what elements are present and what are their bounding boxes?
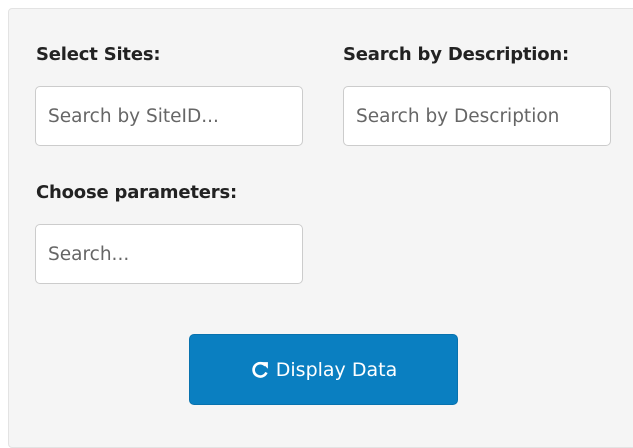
description-search-input[interactable] [343, 86, 611, 146]
search-description-label: Search by Description: [343, 44, 570, 65]
choose-parameters-label: Choose parameters: [36, 182, 237, 203]
display-data-label: Display Data [275, 358, 398, 381]
select-sites-label: Select Sites: [36, 44, 161, 65]
refresh-icon [250, 360, 270, 380]
site-search-input[interactable] [35, 86, 303, 146]
parameter-search-input[interactable] [35, 224, 303, 284]
display-data-button[interactable]: Display Data [189, 334, 458, 405]
